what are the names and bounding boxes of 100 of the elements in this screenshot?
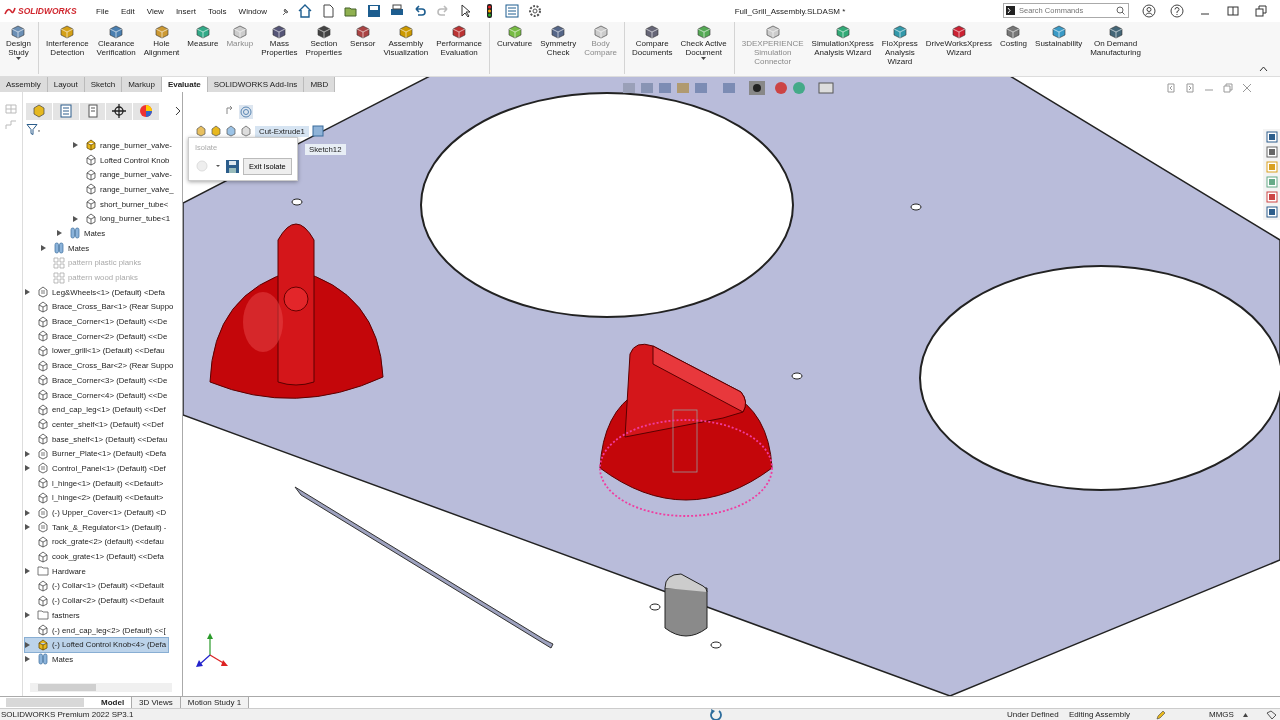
terminal-icon <box>1006 6 1015 15</box>
save-icon[interactable] <box>226 160 239 173</box>
bottom-tab[interactable]: 3D Views <box>132 697 181 708</box>
part-icon <box>37 638 49 651</box>
scrollbar[interactable] <box>30 683 172 692</box>
part-icon <box>37 624 49 637</box>
search-icon[interactable] <box>1116 6 1125 15</box>
part-icon <box>37 344 49 357</box>
part-icon[interactable] <box>210 125 222 137</box>
ribbon-command[interactable]: FloXpress Analysis Wizard <box>877 22 922 74</box>
expand-arrow-icon[interactable] <box>41 245 46 252</box>
expand-arrow-icon[interactable] <box>25 450 30 457</box>
property-list-icon <box>57 103 74 119</box>
ribbon-command[interactable]: Clearance Verification <box>92 22 140 74</box>
cube-icon <box>1051 25 1066 39</box>
tab-scroll-bar[interactable] <box>6 698 84 707</box>
expand-arrow-icon[interactable] <box>25 612 30 619</box>
assembly-icon <box>37 462 49 475</box>
ribbon-command[interactable]: On Demand Manufacturing <box>1086 22 1145 74</box>
cube-icon <box>1108 25 1123 39</box>
ribbon-command[interactable]: DriveWorksXpress Wizard <box>921 22 996 74</box>
ribbon-command[interactable]: Performance Evaluation <box>432 22 486 74</box>
cube-icon <box>109 25 124 39</box>
help-icon[interactable] <box>1170 4 1184 18</box>
restore-icon[interactable] <box>1254 4 1268 18</box>
expand-arrow-icon[interactable] <box>25 509 30 516</box>
part-icon <box>37 300 49 313</box>
redirect-icon[interactable] <box>225 105 235 115</box>
ribbon-command[interactable]: SimulationXpress Analysis Wizard <box>807 22 878 74</box>
part-icon <box>85 154 97 167</box>
hole-drawing <box>910 203 922 211</box>
menu-item[interactable]: View <box>140 6 170 16</box>
tile-icon[interactable] <box>1226 4 1240 18</box>
save-icon[interactable] <box>366 3 383 19</box>
part-icon <box>37 403 49 416</box>
part-icon <box>37 535 49 548</box>
sketch-plane-icon[interactable] <box>311 125 324 137</box>
expand-arrow-icon[interactable] <box>73 215 78 222</box>
ribbon-tab[interactable]: SOLIDWORKS Add-Ins <box>207 77 305 92</box>
cylinder-drawing <box>664 573 708 637</box>
menu-item[interactable]: Tools <box>201 6 233 16</box>
menu-item[interactable]: File <box>90 6 115 16</box>
new-document-icon[interactable] <box>320 3 337 19</box>
cube-icon <box>593 25 608 39</box>
ribbon-command[interactable]: Sustainability <box>1031 22 1087 74</box>
cube-icon <box>316 25 331 39</box>
pin-icon[interactable] <box>281 6 291 16</box>
bottom-tab[interactable]: Motion Study 1 <box>180 697 250 708</box>
ribbon-command[interactable]: Sensor <box>346 22 380 74</box>
ribbon-command[interactable]: Interference Detection <box>37 22 93 74</box>
ribbon-command[interactable]: Curvature <box>489 22 537 74</box>
crosshair-icon <box>111 103 128 119</box>
logo-icon <box>4 6 16 16</box>
status-text: Under Defined <box>1007 710 1059 719</box>
expand-arrow-icon[interactable] <box>25 568 30 575</box>
settings-icon[interactable] <box>527 3 544 19</box>
expand-arrow-icon[interactable] <box>25 656 30 663</box>
part-icon <box>85 168 97 181</box>
status-text: Editing Assembly <box>1069 710 1130 719</box>
expand-arrow-icon[interactable] <box>25 641 30 648</box>
menu-item[interactable]: Edit <box>114 6 141 16</box>
collapse-icon[interactable] <box>1259 66 1268 72</box>
ribbon-tab[interactable]: Assembly <box>0 77 48 92</box>
cube-icon <box>232 25 247 39</box>
next-icon[interactable] <box>1185 83 1195 93</box>
ribbon-command[interactable]: Section Properties <box>301 22 347 74</box>
pencil-icon[interactable] <box>1156 709 1166 720</box>
ribbon-command[interactable]: Symmetry Check <box>536 22 581 74</box>
caret-icon[interactable] <box>1243 712 1248 717</box>
cube-icon <box>507 25 522 39</box>
ribbon-tab[interactable]: Sketch <box>84 77 123 92</box>
ribbon-command[interactable]: Check Active Document <box>676 22 731 74</box>
cube-icon <box>765 25 780 39</box>
menu-item[interactable]: Window <box>232 6 274 16</box>
caret-icon <box>15 57 21 61</box>
ribbon-command[interactable]: Measure <box>183 22 223 74</box>
ribbon-tab[interactable]: MBD <box>304 77 336 92</box>
panel-tab[interactable] <box>106 102 134 120</box>
ribbon-tab[interactable]: Layout <box>47 77 85 92</box>
ribbon-command[interactable]: Mass Properties <box>257 22 302 74</box>
ribbon-command[interactable]: Costing <box>995 22 1032 74</box>
expand-arrow-icon[interactable] <box>25 465 30 472</box>
expand-arrow-icon[interactable] <box>73 142 78 149</box>
rebuild-icon[interactable] <box>709 708 723 720</box>
close-icon[interactable] <box>1242 83 1252 93</box>
previous-icon[interactable] <box>1166 83 1176 93</box>
user-icon[interactable] <box>1142 4 1156 18</box>
expand-arrow-icon[interactable] <box>25 289 30 296</box>
chevron-right-icon[interactable] <box>174 106 182 116</box>
ribbon-command[interactable]: Design Study <box>2 22 35 74</box>
expand-arrow-icon[interactable] <box>57 230 62 237</box>
ribbon-command[interactable]: Hole Alignment <box>139 22 184 74</box>
ribbon-command[interactable]: Compare Documents <box>624 22 677 74</box>
folder-icon <box>37 609 49 622</box>
menu-item[interactable]: Insert <box>169 6 202 16</box>
expand-arrow-icon[interactable] <box>25 524 30 531</box>
undo-icon[interactable] <box>412 3 429 19</box>
ribbon-tab[interactable]: Markup <box>122 77 162 92</box>
ribbon-command[interactable]: Assembly Visualization <box>379 22 433 74</box>
part-icon <box>37 315 49 328</box>
